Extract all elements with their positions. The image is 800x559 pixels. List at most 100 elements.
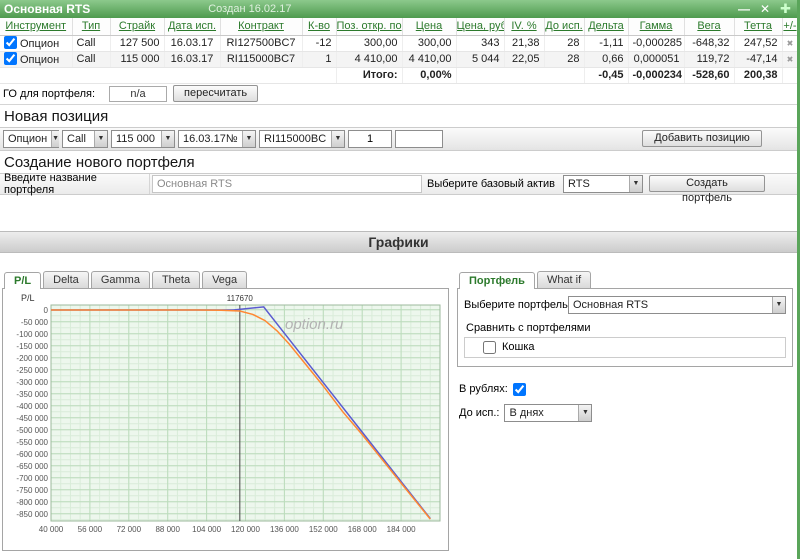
- svg-text:152 000: 152 000: [309, 525, 338, 534]
- tab-gamma[interactable]: Gamma: [90, 270, 150, 288]
- col-contract[interactable]: Контракт: [220, 18, 303, 36]
- portfolio-tabs: Портфель What if: [459, 269, 793, 289]
- col-theta[interactable]: Тетта: [734, 18, 783, 36]
- svg-text:120 000: 120 000: [231, 525, 260, 534]
- portfolio-box: Выберите портфель Основная RTS ▼ Сравнить…: [457, 287, 793, 367]
- portfolio-name-input[interactable]: [152, 174, 422, 193]
- select-portfolio-label: Выберите портфель: [464, 298, 568, 311]
- instrument-select[interactable]: Опцион ▼: [3, 129, 60, 148]
- svg-text:184 000: 184 000: [387, 525, 416, 534]
- svg-text:-650 000: -650 000: [16, 461, 48, 470]
- col-vega[interactable]: Вега: [684, 18, 735, 36]
- portfolio-panel: Портфель What if Выберите портфель Основ…: [457, 269, 793, 551]
- price-input[interactable]: [395, 129, 443, 148]
- margin-row: ГО для портфеля: n/a пересчитать: [0, 84, 797, 105]
- cell-open-pos: 300,00: [336, 35, 403, 52]
- delete-row-icon[interactable]: ✖: [787, 39, 794, 48]
- col-type[interactable]: Тип: [72, 18, 111, 36]
- row-checkbox[interactable]: [4, 52, 17, 65]
- svg-text:88 000: 88 000: [155, 525, 180, 534]
- cell-vega: -648,32: [684, 35, 735, 52]
- svg-text:104 000: 104 000: [192, 525, 221, 534]
- expiry-select[interactable]: 16.03.17№ ▼: [178, 129, 256, 148]
- qty-input[interactable]: [348, 129, 392, 148]
- svg-text:40 000: 40 000: [39, 525, 64, 534]
- contract-select[interactable]: RI115000BC ▼: [259, 129, 345, 148]
- tab-vega[interactable]: Vega: [202, 270, 248, 288]
- col-days[interactable]: До исп.: [544, 18, 585, 36]
- svg-text:-50 000: -50 000: [21, 317, 49, 326]
- cell-iv: 21,38: [504, 35, 545, 52]
- tab-whatif[interactable]: What if: [536, 270, 592, 288]
- col-plusminus[interactable]: +/-: [782, 18, 797, 36]
- cell-price: 4 410,00: [402, 51, 457, 68]
- col-price-rub[interactable]: Цена, руб.: [456, 18, 505, 36]
- tab-pl[interactable]: P/L: [4, 271, 42, 289]
- tab-portfolio[interactable]: Портфель: [459, 271, 535, 289]
- create-portfolio-button[interactable]: Создать портфель: [649, 175, 765, 204]
- table-row: Опцион Call 127 500 16.03.17 RI127500BC7…: [0, 35, 797, 52]
- svg-text:-750 000: -750 000: [16, 485, 48, 494]
- svg-text:136 000: 136 000: [270, 525, 299, 534]
- cell-delta: 0,66: [584, 51, 629, 68]
- chevron-down-icon: ▼: [94, 130, 107, 147]
- col-strike[interactable]: Страйк: [110, 18, 165, 36]
- col-iv[interactable]: IV. %: [504, 18, 545, 36]
- col-qty[interactable]: К-во: [302, 18, 337, 36]
- svg-text:0: 0: [44, 305, 49, 314]
- portfolio-select[interactable]: Основная RTS ▼: [568, 295, 786, 314]
- rubles-checkbox[interactable]: [512, 382, 526, 396]
- margin-label: ГО для портфеля:: [3, 87, 96, 100]
- portfolio-title: Основная RTS: [4, 2, 91, 16]
- svg-text:-850 000: -850 000: [16, 509, 48, 518]
- cell-type: Call: [72, 35, 111, 52]
- base-asset-select[interactable]: RTS ▼: [563, 174, 643, 193]
- table-row: Опцион Call 115 000 16.03.17 RI115000BC7…: [0, 51, 797, 68]
- col-exp-date[interactable]: Дата исп.: [164, 18, 221, 36]
- delete-row-icon[interactable]: ✖: [787, 55, 794, 64]
- add-portfolio-icon[interactable]: ✚: [780, 2, 791, 16]
- cell-price: 300,00: [402, 35, 457, 52]
- cell-qty: -12: [302, 35, 337, 52]
- minimize-icon[interactable]: —: [738, 2, 750, 16]
- svg-text:-600 000: -600 000: [16, 449, 48, 458]
- cell-instrument: Опцион: [20, 38, 60, 50]
- svg-text:-350 000: -350 000: [16, 389, 48, 398]
- svg-text:-300 000: -300 000: [16, 377, 48, 386]
- cell-price-rub: 5 044: [456, 51, 505, 68]
- cell-open-pos: 4 410,00: [336, 51, 403, 68]
- cell-qty: 1: [302, 51, 337, 68]
- titlebar: Основная RTS Создан 16.02.17 — ✕ ✚: [0, 0, 797, 18]
- panels: P/L Delta Gamma Theta Vega 117670 option.…: [0, 269, 797, 551]
- strike-select[interactable]: 115 000 ▼: [111, 129, 175, 148]
- cell-iv: 22,05: [504, 51, 545, 68]
- svg-text:56 000: 56 000: [78, 525, 103, 534]
- row-checkbox[interactable]: [4, 36, 17, 49]
- col-delta[interactable]: Дельта: [584, 18, 629, 36]
- cell-gamma: 0,000051: [628, 51, 685, 68]
- cell-instrument: Опцион: [20, 54, 60, 66]
- portfolio-window: Основная RTS Создан 16.02.17 — ✕ ✚ Инстр…: [0, 0, 800, 559]
- chevron-down-icon: ▼: [331, 130, 344, 147]
- cell-theta: 247,52: [734, 35, 783, 52]
- col-open-pos[interactable]: Поз. откр. по: [336, 18, 403, 36]
- col-price[interactable]: Цена: [402, 18, 457, 36]
- add-position-button[interactable]: Добавить позицию: [642, 130, 762, 147]
- svg-text:72 000: 72 000: [117, 525, 142, 534]
- close-icon[interactable]: ✕: [760, 2, 770, 16]
- days-select[interactable]: В днях ▼: [504, 403, 593, 422]
- compare-checkbox[interactable]: [483, 340, 496, 354]
- cell-gamma: -0,000285: [628, 35, 685, 52]
- recalculate-button[interactable]: пересчитать: [173, 85, 259, 102]
- col-instrument[interactable]: Инструмент: [0, 18, 73, 36]
- margin-value: n/a: [109, 85, 168, 102]
- totals-vega: -528,60: [684, 66, 735, 84]
- tab-theta[interactable]: Theta: [151, 270, 201, 288]
- pl-chart: 117670 option.ru 0 -50 000 -100 000 -150 000 -…: [16, 293, 441, 534]
- totals-theta: 200,38: [734, 66, 783, 84]
- tab-delta[interactable]: Delta: [43, 270, 89, 288]
- totals-percent: 0,00%: [402, 66, 457, 84]
- col-gamma[interactable]: Гамма: [628, 18, 685, 36]
- svg-text:-200 000: -200 000: [16, 353, 48, 362]
- type-select[interactable]: Call ▼: [62, 129, 108, 148]
